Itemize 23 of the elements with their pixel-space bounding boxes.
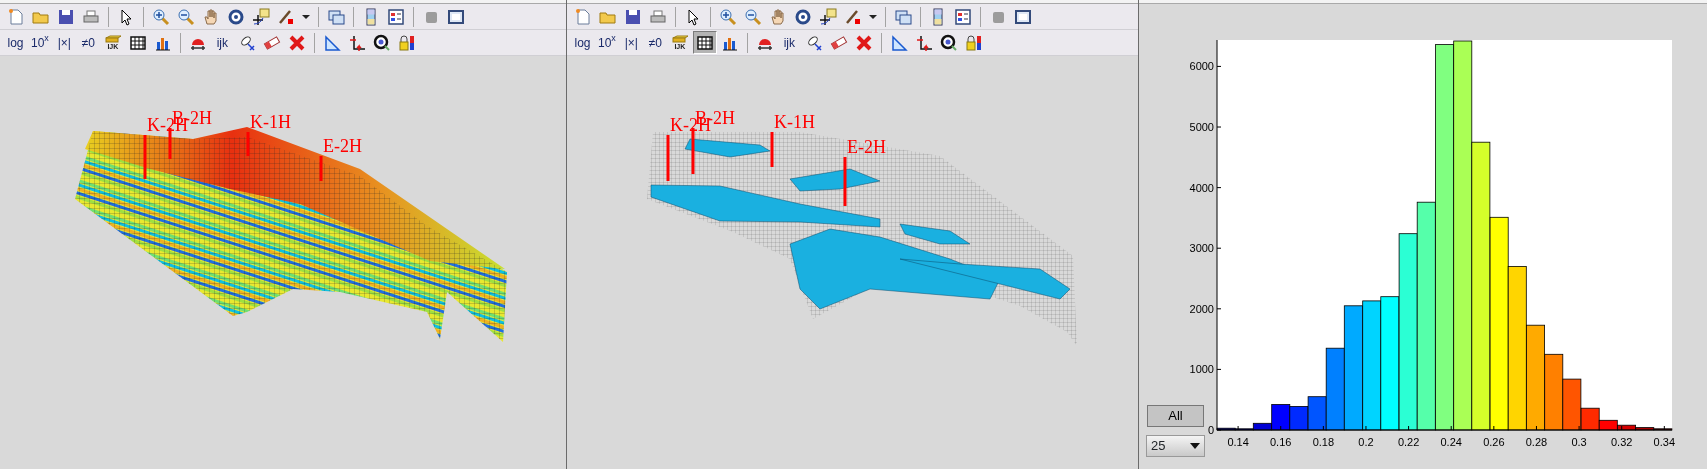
x-tick-label: 0.24	[1440, 436, 1462, 448]
x-tick-label: 0.2	[1358, 436, 1374, 448]
x-tick-label: 0.3	[1571, 436, 1587, 448]
well-label: K-1H	[774, 112, 815, 132]
y-tick-label: 3000	[1189, 242, 1214, 255]
y-tick-label: 0	[1207, 424, 1214, 436]
y-tick-label: 4000	[1189, 181, 1214, 194]
x-tick-label: 0.28	[1525, 436, 1548, 448]
y-tick-label: 1000	[1189, 363, 1214, 376]
x-tick-label: 0.16	[1270, 436, 1292, 448]
well-label: K-1H	[250, 112, 291, 132]
x-tick-label: 0.14	[1227, 436, 1249, 448]
x-tick-label: 0.26	[1483, 436, 1505, 448]
x-tick-label: 0.34	[1653, 436, 1676, 448]
well-label: E-2H	[323, 136, 362, 156]
x-tick-label: 0.32	[1611, 436, 1633, 448]
well-label: E-2H	[847, 137, 886, 157]
y-tick-label: 2000	[1189, 302, 1214, 315]
x-tick-label: 0.18	[1312, 436, 1335, 448]
dropdown-value: 25	[1151, 437, 1166, 456]
y-tick-label: 5000	[1189, 121, 1214, 133]
x-tick-label: 0.22	[1397, 436, 1420, 448]
y-tick-label: 6000	[1189, 60, 1214, 73]
